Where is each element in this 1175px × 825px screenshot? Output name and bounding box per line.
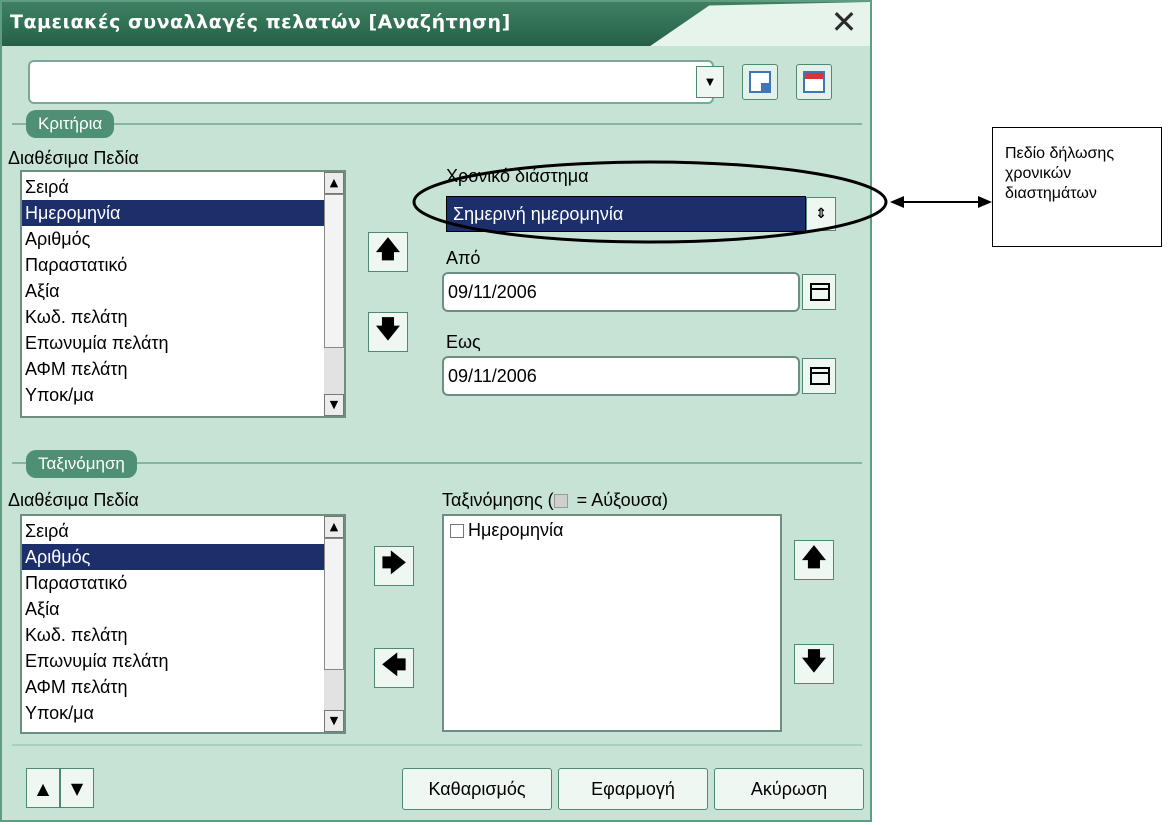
nav-down-button[interactable]: ▼ [60, 768, 94, 808]
search-dialog: Ταμειακές συναλλαγές πελατών [Αναζήτηση]… [0, 0, 872, 822]
nav-up-button[interactable]: ▲ [26, 768, 60, 808]
list-item[interactable]: Αριθμός [22, 226, 324, 252]
sort-up-button[interactable]: 🡅 [794, 540, 834, 580]
list-item[interactable]: Σειρά [22, 518, 324, 544]
close-icon[interactable]: ✕ [828, 6, 860, 40]
scrollbar[interactable]: ▲ ▼ [324, 172, 344, 416]
sort-label-suffix: = Αύξουσα) [571, 490, 668, 510]
checkbox-icon [553, 494, 568, 509]
list-item[interactable]: Παραστατικό [22, 252, 324, 278]
sorting-available-label: Διαθέσιμα Πεδία [8, 490, 139, 510]
scroll-down-icon[interactable]: ▼ [324, 394, 344, 416]
sort-label: Ταξινόμησης ( = Αύξουσα) [442, 490, 668, 511]
apply-button[interactable]: Εφαρμογή [558, 768, 708, 810]
sort-order-list[interactable]: Ημερομηνία [442, 514, 782, 732]
period-select[interactable]: Σημερινή ημερομηνία [446, 196, 806, 232]
from-calendar-button[interactable] [802, 274, 836, 310]
clear-selection-icon [803, 71, 825, 93]
add-sort-button[interactable]: 🡆 [374, 546, 414, 586]
chevron-down-icon[interactable]: ▼ [696, 66, 724, 98]
scroll-thumb[interactable] [324, 538, 344, 670]
sort-item-label: Ημερομηνία [468, 520, 564, 540]
cancel-button[interactable]: Ακύρωση [714, 768, 864, 810]
callout-line: Πεδίο δήλωσης [1005, 145, 1115, 162]
saved-search-combo[interactable] [28, 60, 714, 104]
from-label: Από [446, 248, 481, 268]
select-all-icon [749, 71, 771, 93]
from-date-input[interactable]: 09/11/2006 [442, 272, 800, 312]
list-item[interactable]: Κωδ. πελάτη [22, 622, 324, 648]
clear-button[interactable]: Καθαρισμός [402, 768, 552, 810]
list-item[interactable]: Υποκ/μα [22, 700, 324, 726]
criteria-group-label: Κριτήρια [26, 110, 115, 138]
window-title: Ταμειακές συναλλαγές πελατών [Αναζήτηση] [10, 11, 511, 33]
sorting-group-label: Ταξινόμηση [26, 450, 137, 478]
scroll-down-icon[interactable]: ▼ [324, 710, 344, 732]
list-item[interactable]: Επωνυμία πελάτη [22, 648, 324, 674]
annotation-callout: Πεδίο δήλωσης χρονικών διαστημάτων [992, 127, 1162, 247]
list-item[interactable]: Παραστατικό [22, 570, 324, 596]
criteria-fields-list[interactable]: Σειρά Ημερομηνία Αριθμός Παραστατικό Αξία Κωδ… [20, 170, 346, 418]
ascending-checkbox[interactable] [450, 524, 464, 539]
list-item[interactable]: Αξία [22, 596, 324, 622]
scroll-up-icon[interactable]: ▲ [324, 516, 344, 538]
list-item[interactable]: Αριθμός [22, 544, 324, 570]
list-item[interactable]: Υποκ/μα [22, 382, 324, 408]
sort-item[interactable]: Ημερομηνία [444, 516, 780, 541]
list-item[interactable]: Αξία [22, 278, 324, 304]
scrollbar[interactable]: ▲ ▼ [324, 516, 344, 732]
scroll-thumb[interactable] [324, 194, 344, 348]
to-calendar-button[interactable] [802, 358, 836, 394]
select-all-button[interactable] [742, 64, 778, 100]
to-date-input[interactable]: 09/11/2006 [442, 356, 800, 396]
sorting-fields-list[interactable]: Σειρά Αριθμός Παραστατικό Αξία Κωδ. πελάτη Επ… [20, 514, 346, 734]
callout-line: διαστημάτων [1005, 185, 1097, 202]
title-bar: Ταμειακές συναλλαγές πελατών [Αναζήτηση]… [2, 2, 870, 46]
move-up-button[interactable]: 🡅 [368, 232, 408, 272]
remove-sort-button[interactable]: 🡄 [374, 648, 414, 688]
group-divider [12, 462, 862, 464]
group-divider [12, 123, 862, 125]
arrow-head-right-icon [978, 196, 992, 208]
list-item[interactable]: Επωνυμία πελάτη [22, 330, 324, 356]
list-item[interactable]: Σειρά [22, 174, 324, 200]
list-item[interactable]: ΑΦΜ πελάτη [22, 674, 324, 700]
callout-line: χρονικών [1005, 165, 1072, 182]
sort-label-prefix: Ταξινόμησης ( [442, 490, 554, 510]
to-label: Εως [446, 332, 481, 352]
period-label: Χρονικό διάστημα [446, 166, 589, 186]
scroll-up-icon[interactable]: ▲ [324, 172, 344, 194]
sort-down-button[interactable]: 🡇 [794, 644, 834, 684]
calendar-icon [810, 367, 830, 385]
list-item[interactable]: ΑΦΜ πελάτη [22, 356, 324, 382]
period-dropdown-icon[interactable]: ⇕ [806, 197, 836, 231]
bottom-divider [12, 744, 862, 746]
arrow-head-left-icon [890, 196, 904, 208]
criteria-available-label: Διαθέσιμα Πεδία [8, 148, 139, 168]
clear-selection-button[interactable] [796, 64, 832, 100]
list-item[interactable]: Κωδ. πελάτη [22, 304, 324, 330]
calendar-icon [810, 283, 830, 301]
list-item[interactable]: Ημερομηνία [22, 200, 324, 226]
move-down-button[interactable]: 🡇 [368, 312, 408, 352]
